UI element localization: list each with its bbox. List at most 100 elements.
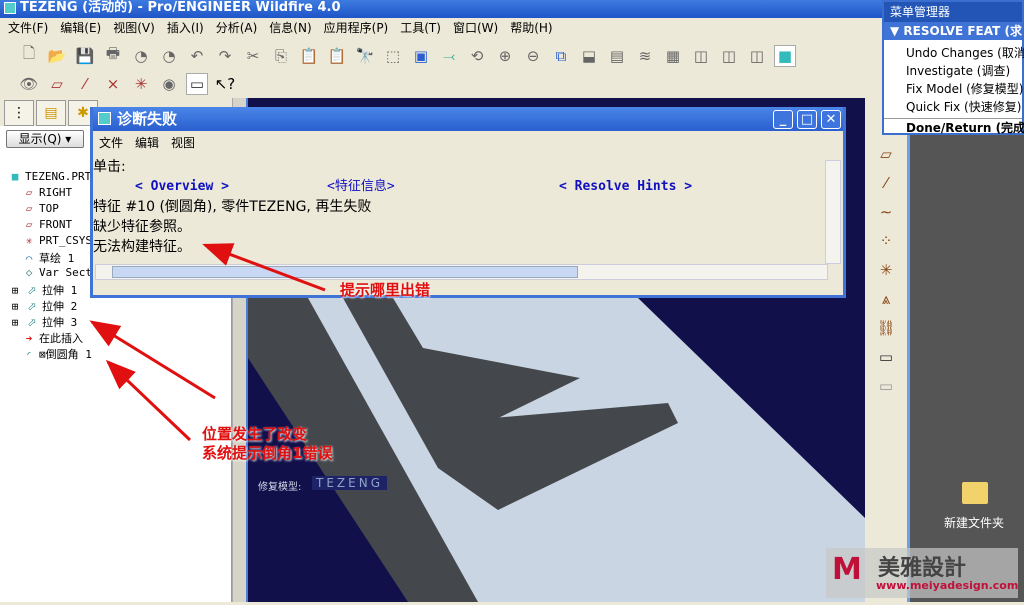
print-icon[interactable]: 🖶 [102,44,124,67]
tree-item-part[interactable]: ■ TEZENG.PRT [8,170,92,183]
refit-icon[interactable]: ⧉ [550,45,572,67]
tree-label: 拉伸 3 [42,316,78,329]
menu-file[interactable]: 文件(F) [8,18,48,38]
tree-item-extrude-2[interactable]: ⊞ ⬀ 拉伸 2 [8,298,78,314]
overview-link[interactable]: < Overview > [135,177,229,197]
save-icon[interactable]: 💾 [74,45,96,67]
send-icon[interactable]: ◔ [130,45,152,67]
shading-icon[interactable]: ■ [774,44,796,67]
hidden-line-icon[interactable]: ◫ [718,45,740,67]
new-icon[interactable]: 🗋 [18,44,40,67]
no-hidden-icon[interactable]: ◫ [746,45,768,67]
tab-folder[interactable]: ▤ [36,100,66,126]
menu-info[interactable]: 信息(N) [269,18,311,38]
analysis-feature-icon[interactable]: ⩓ [871,286,901,312]
csys-icon[interactable]: ✳ [871,257,901,283]
vertical-scrollbar[interactable] [825,160,841,264]
spin-display-icon[interactable]: ◉ [158,73,180,95]
menu-analysis[interactable]: 分析(A) [216,18,258,38]
scroll-thumb[interactable] [112,266,578,278]
tree-item-right[interactable]: ▱ RIGHT [22,186,72,199]
tree-label: 在此插入 [39,332,83,345]
resolve-hints-link[interactable]: < Resolve Hints > [559,177,692,197]
reorient-icon[interactable]: ⬓ [578,45,600,67]
menu-insert[interactable]: 插入(I) [167,18,204,38]
find-icon[interactable]: 🔭 [354,45,376,67]
repaint-icon[interactable]: ▣ [410,45,432,67]
tree-item-extrude-1[interactable]: ⊞ ⬀ 拉伸 1 [8,282,78,298]
horizontal-scrollbar[interactable] [95,264,828,280]
menu-tools[interactable]: 工具(T) [400,18,441,38]
dialog-menu-view[interactable]: 视图 [171,131,195,155]
note-icon[interactable]: ▭ [871,344,901,370]
link-icon[interactable]: ⛓ [871,315,901,341]
menu-edit[interactable]: 编辑(E) [60,18,101,38]
expand-icon[interactable]: ⊞ [8,316,22,329]
watermark-text: 美雅設計 [878,556,967,581]
feature-info-link[interactable]: <特征信息> [327,177,395,197]
orient-icon[interactable]: ⟲ [466,45,488,67]
spin-center-icon[interactable]: ⤙ [438,45,460,67]
folder-icon[interactable] [962,482,988,504]
datum-axis-icon[interactable]: ⁄ [871,170,901,196]
fix-model-item[interactable]: Fix Model (修复模型) [884,80,1024,98]
point-display-icon[interactable]: × [102,73,124,95]
plane-display-icon[interactable]: ▱ [46,73,68,95]
annotation-display-icon[interactable]: ▭ [186,72,208,95]
tree-item-csys[interactable]: ✳ PRT_CSYS [22,234,92,247]
tree-item-round-1[interactable]: ◜ ⊠倒圆角 1 [22,346,92,362]
menu-view[interactable]: 视图(V) [113,18,155,38]
datum-point-icon[interactable]: ⁘ [871,228,901,254]
dialog-menu-edit[interactable]: 编辑 [135,131,159,155]
dialog-content: 单击: < Overview > <特征信息> < Resolve Hints … [93,157,828,267]
desktop-background: 新建文件夹 [910,130,1024,602]
paste-special-icon[interactable]: 📋 [326,45,348,67]
expand-icon[interactable]: ⊞ [8,300,22,313]
open-icon[interactable]: 📂 [46,45,68,67]
datum-curve-icon[interactable]: ∼ [871,199,901,225]
tab-model-tree[interactable]: ⋮ [4,100,34,126]
saved-views-icon[interactable]: ▤ [606,45,628,67]
menu-help[interactable]: 帮助(H) [510,18,552,38]
cut-icon[interactable]: ✂ [242,45,264,67]
menu-applications[interactable]: 应用程序(P) [324,18,389,38]
layers-icon[interactable]: ≋ [634,45,656,67]
redo-icon[interactable]: ↷ [214,45,236,67]
zoom-in-icon[interactable]: ⊕ [494,45,516,67]
minimize-button[interactable]: _ [773,110,793,129]
zoom-out-icon[interactable]: ⊖ [522,45,544,67]
view-manager-icon[interactable]: ▦ [662,45,684,67]
tree-item-insert-here[interactable]: ➔ 在此插入 [22,330,83,346]
close-button[interactable]: ✕ [821,110,841,129]
send2-icon[interactable]: ◔ [158,45,180,67]
watermark-url: www.meiyadesign.com [876,579,1019,592]
axis-display-icon[interactable]: ⁄ [74,73,96,95]
undo-icon[interactable]: ↶ [186,45,208,67]
tree-label: PRT_CSYS [39,234,92,247]
done-return-item[interactable]: Done/Return (完成/返回) [884,118,1024,137]
folder-label[interactable]: 新建文件夹 [944,514,1004,531]
context-help-icon[interactable]: ↖? [214,73,236,95]
tree-item-sketch[interactable]: ⌒ 草绘 1 [22,250,75,266]
tree-item-front[interactable]: ▱ FRONT [22,218,72,231]
csys-display-icon[interactable]: ✳ [130,73,152,95]
show-dropdown[interactable]: 显示(Q) ▾ [6,130,84,148]
menu-window[interactable]: 窗口(W) [453,18,498,38]
click-label: 单击: [93,159,126,175]
wireframe-icon[interactable]: ◫ [690,45,712,67]
tree-item-var-sect[interactable]: ◇ Var Sect [22,266,92,279]
paste-icon[interactable]: 📋 [298,45,320,67]
notes-icon[interactable]: ▭ [871,373,901,399]
resolve-feat-header[interactable]: ▼ RESOLVE FEAT (求解特征) [884,22,1022,56]
expand-icon[interactable]: ⊞ [8,284,22,297]
tree-item-top[interactable]: ▱ TOP [22,202,59,215]
datum-display-icon[interactable]: 👁 [18,73,40,95]
datum-plane-icon[interactable]: ▱ [871,141,901,167]
copy-icon[interactable]: ⎘ [270,45,292,67]
investigate-item[interactable]: Investigate (调查) [884,62,1022,80]
quick-fix-item[interactable]: Quick Fix (快速修复) [884,98,1022,116]
tree-item-extrude-3[interactable]: ⊞ ⬀ 拉伸 3 [8,314,78,330]
select-box-icon[interactable]: ⬚ [382,45,404,67]
maximize-button[interactable]: □ [797,110,817,129]
dialog-menu-file[interactable]: 文件 [99,131,123,155]
